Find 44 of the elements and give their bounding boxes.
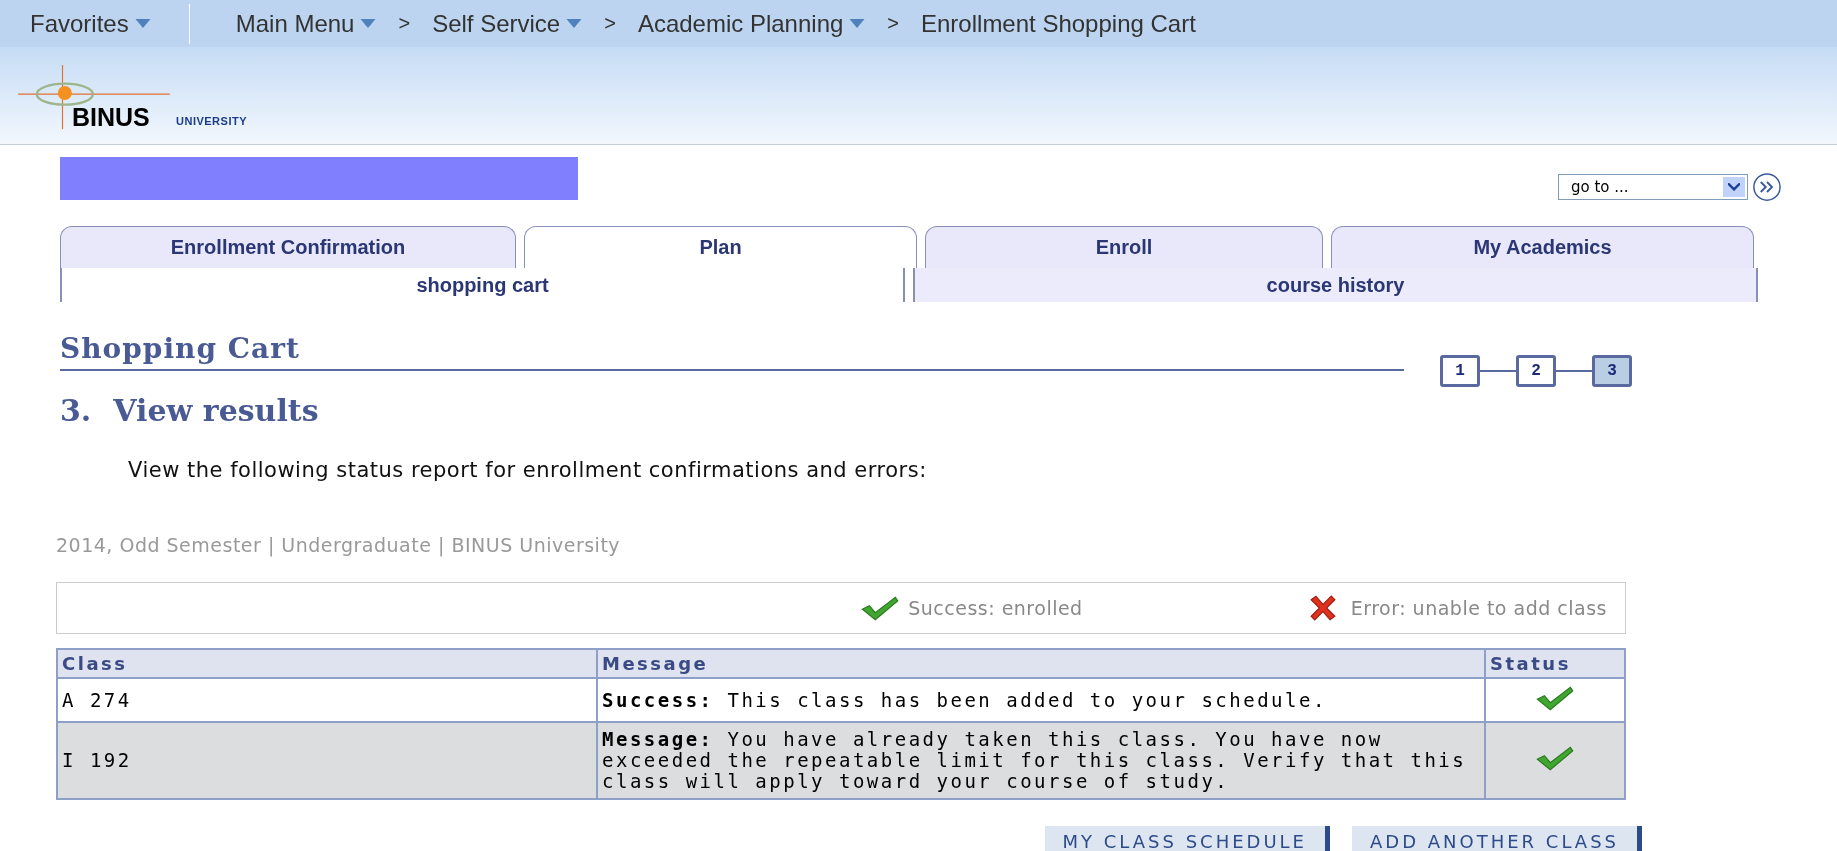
breadcrumb-separator: >: [604, 12, 616, 35]
check-icon: [1535, 745, 1575, 772]
table-cell: Message: You have already taken this class. You have now exceeded the repeatable limit for this class. Verify that this class will apply toward your course of study.: [597, 721, 1485, 799]
step-indicator: 2: [1516, 355, 1556, 387]
step-indicator: 1: [1440, 355, 1480, 387]
breadcrumb-separator: >: [887, 12, 899, 35]
check-icon: [1535, 685, 1575, 711]
column-header: Status: [1485, 649, 1625, 678]
dropdown-caret-icon: [849, 19, 866, 28]
step-indicator: 3: [1592, 355, 1632, 387]
breadcrumb-link[interactable]: Self Service: [424, 9, 591, 38]
tab[interactable]: Enrollment Confirmation: [60, 226, 516, 268]
dropdown-caret-icon: [360, 19, 377, 28]
favorites-menu[interactable]: Favorites: [22, 9, 159, 38]
check-icon: [860, 595, 901, 621]
table-cell: A 274: [57, 678, 597, 722]
column-header: Class: [57, 649, 597, 678]
action-button[interactable]: MY CLASS SCHEDULE: [1044, 825, 1330, 851]
action-button[interactable]: ADD ANOTHER CLASS: [1352, 825, 1642, 851]
logo-subtitle: UNIVERSITY: [176, 115, 247, 127]
instructions-text: View the following status report for enrollment confirmations and errors:: [128, 458, 928, 482]
tab[interactable]: Plan: [524, 226, 917, 268]
step-title: View results: [113, 393, 319, 428]
logo-name: BINUS: [72, 103, 150, 132]
dropdown-caret-icon: [134, 19, 151, 28]
breadcrumb-link[interactable]: Enrollment Shopping Cart: [913, 9, 1204, 38]
tab[interactable]: My Academics: [1331, 226, 1754, 268]
legend-label: Success: enrolled: [908, 597, 1083, 619]
go-button-icon[interactable]: [1752, 172, 1782, 202]
legend-label: Error: unable to add class: [1350, 597, 1607, 619]
table-cell: I 192: [57, 721, 597, 799]
breadcrumb-link[interactable]: Main Menu: [227, 9, 385, 38]
subtab[interactable]: shopping cart: [60, 268, 905, 302]
tab[interactable]: Enroll: [925, 226, 1323, 268]
column-header: Message: [597, 649, 1485, 678]
breadcrumb-link[interactable]: Academic Planning: [629, 9, 874, 38]
section-title: Shopping Cart: [60, 332, 1404, 371]
step-number: 3.: [60, 393, 92, 428]
goto-select[interactable]: go to ...: [1558, 174, 1748, 200]
table-cell: Success: This class has been added to your schedule.: [597, 678, 1485, 722]
breadcrumb-separator: >: [398, 12, 411, 35]
subtab[interactable]: course history: [913, 268, 1758, 302]
dropdown-caret-icon: [566, 19, 583, 28]
term-info: 2014, Odd Semester | Undergraduate | BINUS University: [56, 534, 622, 556]
